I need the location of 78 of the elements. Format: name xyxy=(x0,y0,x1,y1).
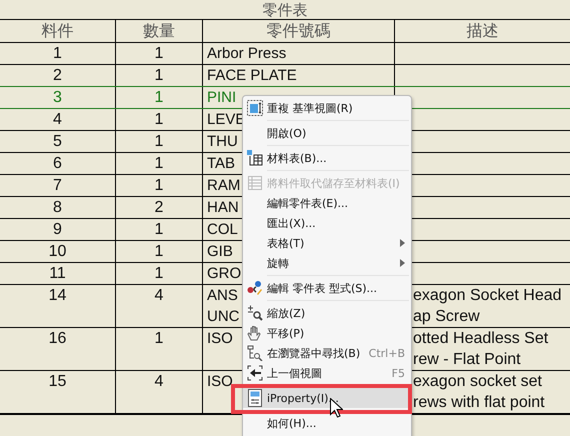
table-cell-text: otted Headless Set xyxy=(413,328,548,348)
table-cell: 4 xyxy=(116,284,203,326)
table-cell-text: RAM xyxy=(207,176,240,196)
table-cell: 5 xyxy=(0,130,116,152)
table-cell-text: ap Screw xyxy=(413,306,480,326)
menu-item[interactable]: 重複 基準視圖(R) xyxy=(243,98,411,118)
menu-item[interactable]: 開啟(O) xyxy=(243,123,411,143)
table-cell-text: exagon Socket Head xyxy=(413,286,562,306)
table-cell-text: HAN xyxy=(207,198,239,218)
table-cell: 1 xyxy=(116,240,203,262)
table-cell: 1 xyxy=(116,43,203,64)
menu-item[interactable]: 編輯零件表(E)... xyxy=(243,193,411,213)
table-cell-text: COL xyxy=(207,220,238,240)
table-cell-text: UNC xyxy=(207,306,240,326)
table-cell-text: GRO xyxy=(207,264,242,284)
table-cell-text: FACE PLATE xyxy=(207,66,297,86)
form-icon xyxy=(247,389,263,407)
table-cell-text: ANS xyxy=(207,286,238,306)
table-cell: 1 xyxy=(116,218,203,240)
table-cell: 1 xyxy=(116,65,203,86)
table-cell: 1 xyxy=(116,174,203,196)
menu-item[interactable]: 如何(H)... xyxy=(243,413,411,433)
table-cell: 9 xyxy=(0,218,116,240)
table-title: 零件表 xyxy=(262,0,308,19)
table-cell-text: TAB xyxy=(207,154,236,174)
palette-icon xyxy=(247,280,263,296)
column-header: 數量 xyxy=(116,20,203,42)
menu-item[interactable]: 上一個視圖 F5 xyxy=(243,363,411,383)
back-arrow-icon xyxy=(247,365,263,381)
menu-item[interactable]: 平移(P) xyxy=(243,323,411,343)
table-cell: 2 xyxy=(116,196,203,218)
table-cell-text: rew - Flat Point xyxy=(413,350,521,370)
menu-item[interactable]: 旋轉 xyxy=(243,253,411,273)
table-cell: 2 xyxy=(0,65,116,86)
submenu-arrow-icon xyxy=(400,259,405,267)
table-cell: 1 xyxy=(116,152,203,174)
table-cell: 3 xyxy=(0,86,116,108)
table-cell: 1 xyxy=(116,86,203,108)
column-header: 零件號碼 xyxy=(203,20,395,42)
table-cell: 1 xyxy=(116,262,203,284)
table-cell: 8 xyxy=(0,196,116,218)
column-header: 描述 xyxy=(466,20,500,42)
menu-item[interactable]: 表格(T) xyxy=(243,233,411,253)
menu-item[interactable]: 匯出(X)... xyxy=(243,213,411,233)
table-cell-text: ISO xyxy=(207,372,233,392)
menu-item[interactable]: iProperty(I)... xyxy=(243,388,411,408)
column-header: 料件 xyxy=(0,20,116,42)
table-cell: 10 xyxy=(0,240,116,262)
tree-search-icon xyxy=(247,345,263,361)
table-cell: 14 xyxy=(0,284,116,326)
table-cell: 4 xyxy=(0,108,116,130)
menu-item[interactable]: 在瀏覽器中尋找(B) Ctrl+B xyxy=(243,343,411,363)
table-cell: 1 xyxy=(116,108,203,130)
table-cell: 1 xyxy=(0,43,116,64)
table-icon xyxy=(247,150,263,166)
table-cell-text: GIB xyxy=(207,242,233,262)
menu-item[interactable]: 材料表(B)... xyxy=(243,148,411,168)
menu-item[interactable]: 編輯 零件表 型式(S)... xyxy=(243,278,411,298)
table-cell-text: exagon socket set xyxy=(413,372,542,392)
table-cell: 15 xyxy=(0,370,116,412)
grid-icon xyxy=(247,175,263,191)
menu-item[interactable]: 縮放(Z) xyxy=(243,303,411,323)
submenu-arrow-icon xyxy=(400,239,405,247)
table-cell-text: PINI xyxy=(207,88,236,108)
table-cell: 16 xyxy=(0,328,116,370)
frame-icon xyxy=(247,100,263,116)
table-cell: 6 xyxy=(0,152,116,174)
table-cell: 11 xyxy=(0,262,116,284)
table-cell-text: ISO xyxy=(207,328,233,348)
table-cell-text: THU xyxy=(207,132,238,152)
zoom-icon xyxy=(247,305,263,321)
hand-icon xyxy=(247,325,263,341)
table-cell: 4 xyxy=(116,370,203,412)
table-cell: 7 xyxy=(0,174,116,196)
table-cell-text: rews with flat point xyxy=(413,392,545,412)
table-cell: 1 xyxy=(116,130,203,152)
table-cell-text: Arbor Press xyxy=(207,44,286,64)
table-cell: 1 xyxy=(116,328,203,370)
